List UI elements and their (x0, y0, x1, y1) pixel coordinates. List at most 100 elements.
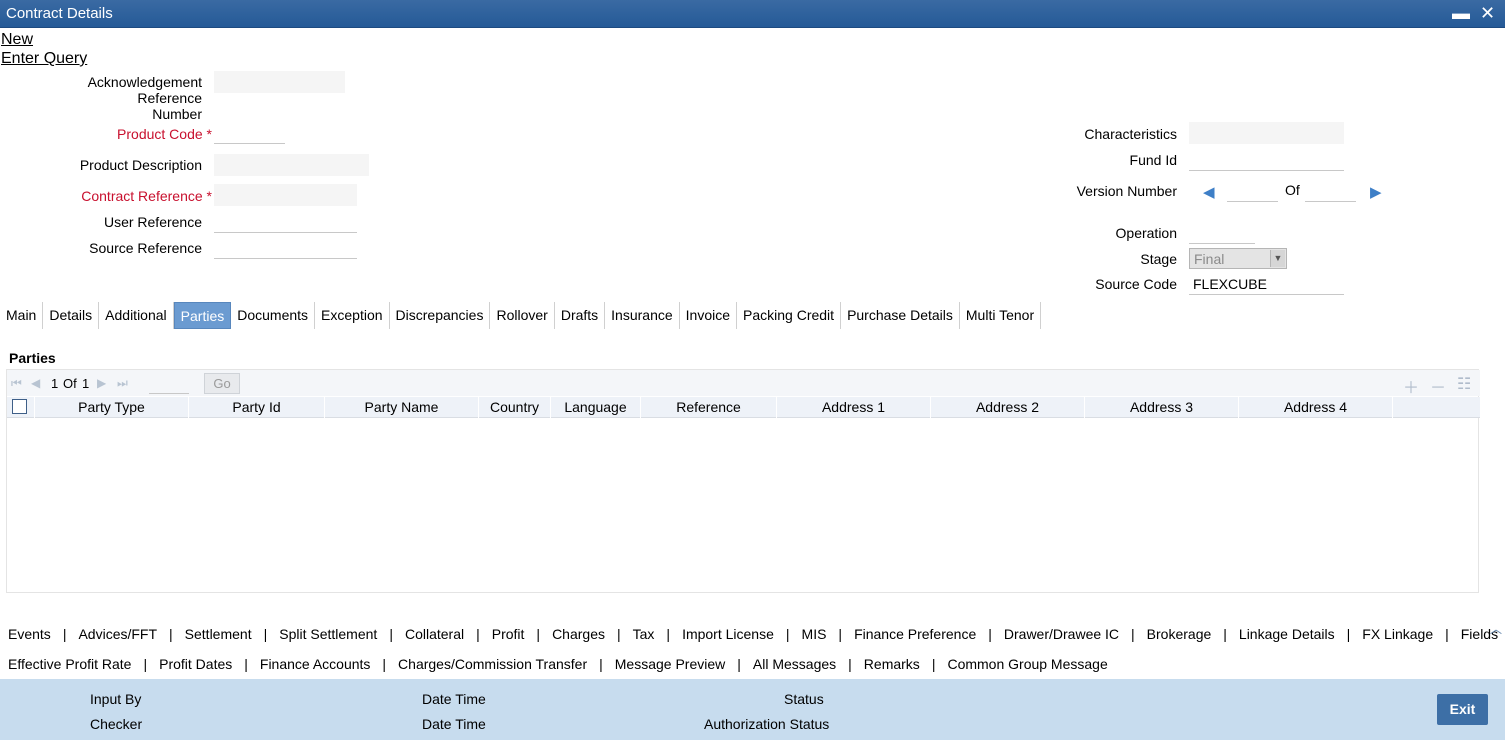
stage-value: Final (1194, 251, 1225, 267)
single-view-icon[interactable]: ☷ (1457, 374, 1471, 394)
col-reference[interactable]: Reference (641, 397, 777, 418)
col-address-3[interactable]: Address 3 (1085, 397, 1239, 418)
fund-id-label: Fund Id (1129, 152, 1177, 168)
user-ref-field[interactable] (214, 211, 357, 233)
grid-toolbar: ⏮ ◀ 1 Of 1 ▶ ⏭ Go ＋ － ☷ (7, 370, 1480, 398)
tab-insurance[interactable]: Insurance (605, 302, 680, 329)
tab-packing-credit[interactable]: Packing Credit (737, 302, 842, 329)
tab-multi-tenor[interactable]: Multi Tenor (960, 302, 1042, 329)
previous-version-icon[interactable]: ◀ (1203, 183, 1215, 201)
tab-discrepancies[interactable]: Discrepancies (390, 302, 491, 329)
previous-page-icon[interactable]: ◀ (31, 376, 40, 390)
link-finance-preference[interactable]: Finance Preference (854, 626, 976, 642)
ack-ref-label: Acknowledgement Reference Number (87, 74, 202, 122)
date-time-label-1: Date Time (422, 691, 486, 707)
tab-main[interactable]: Main (0, 302, 44, 329)
link-profit[interactable]: Profit (492, 626, 525, 642)
link-import-license[interactable]: Import License (682, 626, 774, 642)
scroll-up-icon[interactable]: ︿ (1490, 620, 1502, 637)
new-link[interactable]: New (1, 31, 33, 49)
input-by-label: Input By (90, 691, 142, 707)
go-button[interactable]: Go (204, 373, 240, 394)
product-desc-field[interactable] (214, 154, 369, 176)
next-page-icon[interactable]: ▶ (97, 376, 106, 390)
link-advices-fft[interactable]: Advices/FFT (78, 626, 157, 642)
link-fx-linkage[interactable]: FX Linkage (1362, 626, 1433, 642)
tab-details[interactable]: Details (43, 302, 100, 329)
col-party-name[interactable]: Party Name (325, 397, 479, 418)
version-number-field[interactable] (1227, 180, 1278, 202)
link-drawer-drawee-ic[interactable]: Drawer/Drawee IC (1004, 626, 1119, 642)
checker-label: Checker (90, 716, 143, 732)
col-address-4[interactable]: Address 4 (1239, 397, 1393, 418)
link-settlement[interactable]: Settlement (185, 626, 252, 642)
link-remarks[interactable]: Remarks (864, 656, 920, 672)
exit-button[interactable]: Exit (1437, 694, 1488, 725)
tab-exception[interactable]: Exception (315, 302, 390, 329)
link-all-messages[interactable]: All Messages (753, 656, 836, 672)
ack-ref-field[interactable] (214, 71, 345, 93)
link-tax[interactable]: Tax (633, 626, 655, 642)
link-split-settlement[interactable]: Split Settlement (279, 626, 377, 642)
link-charges-commission-transfer[interactable]: Charges/Commission Transfer (398, 656, 587, 672)
col-country[interactable]: Country (479, 397, 551, 418)
contract-ref-field[interactable] (214, 184, 357, 206)
minimize-icon[interactable]: ▬ (1452, 3, 1470, 23)
operation-field[interactable] (1189, 222, 1255, 244)
tab-additional[interactable]: Additional (99, 302, 174, 329)
link-profit-dates[interactable]: Profit Dates (159, 656, 232, 672)
tab-documents[interactable]: Documents (231, 302, 316, 329)
add-row-icon[interactable]: ＋ (1403, 374, 1419, 398)
source-ref-field[interactable] (214, 237, 357, 259)
stage-select[interactable]: Final ▼ (1189, 248, 1287, 269)
tab-parties[interactable]: Parties (173, 302, 232, 329)
fund-id-field[interactable] (1189, 149, 1344, 171)
link-finance-accounts[interactable]: Finance Accounts (260, 656, 371, 672)
characteristics-field[interactable] (1189, 122, 1344, 144)
tab-bar: Main Details Additional Parties Document… (0, 302, 1042, 329)
product-code-label: Product Code * (117, 126, 212, 142)
authorization-status-label: Authorization Status (704, 716, 830, 732)
link-brokerage[interactable]: Brokerage (1147, 626, 1212, 642)
page-jump-input[interactable] (149, 372, 189, 394)
first-page-icon[interactable]: ⏮ (11, 376, 22, 391)
of-label: Of (1285, 182, 1300, 198)
link-linkage-details[interactable]: Linkage Details (1239, 626, 1335, 642)
tab-purchase-details[interactable]: Purchase Details (841, 302, 960, 329)
tab-rollover[interactable]: Rollover (490, 302, 555, 329)
bottom-links-row-1: Events | Advices/FFT | Settlement | Split S… (8, 626, 1499, 642)
title-bar: Contract Details ▬ ✕ (0, 0, 1505, 28)
link-mis[interactable]: MIS (802, 626, 827, 642)
link-message-preview[interactable]: Message Preview (615, 656, 726, 672)
col-address-1[interactable]: Address 1 (777, 397, 931, 418)
link-collateral[interactable]: Collateral (405, 626, 464, 642)
audit-footer: Input By Checker Date Time Date Time Sta… (0, 679, 1505, 740)
tab-invoice[interactable]: Invoice (680, 302, 738, 329)
status-label: Status (784, 691, 824, 707)
version-number-label: Version Number (1076, 183, 1177, 199)
link-events[interactable]: Events (8, 626, 51, 642)
version-total-field[interactable] (1305, 180, 1356, 202)
select-all-checkbox[interactable] (12, 399, 27, 414)
enter-query-link[interactable]: Enter Query (1, 50, 87, 68)
col-party-type[interactable]: Party Type (35, 397, 189, 418)
link-common-group-message[interactable]: Common Group Message (947, 656, 1107, 672)
operation-label: Operation (1115, 225, 1177, 241)
next-version-icon[interactable]: ▶ (1370, 183, 1382, 201)
page-total: 1 (82, 376, 90, 391)
link-effective-profit-rate[interactable]: Effective Profit Rate (8, 656, 131, 672)
tab-drafts[interactable]: Drafts (555, 302, 606, 329)
chevron-down-icon[interactable]: ▼ (1270, 250, 1285, 267)
last-page-icon[interactable]: ⏭ (117, 376, 128, 391)
source-code-label: Source Code (1095, 276, 1177, 292)
col-language[interactable]: Language (551, 397, 641, 418)
source-ref-label: Source Reference (89, 240, 202, 256)
product-code-field[interactable] (214, 122, 285, 144)
delete-row-icon[interactable]: － (1430, 374, 1446, 398)
close-icon[interactable]: ✕ (1480, 3, 1495, 23)
window-title: Contract Details (6, 5, 113, 22)
source-code-field[interactable] (1189, 273, 1344, 295)
col-party-id[interactable]: Party Id (189, 397, 325, 418)
link-charges[interactable]: Charges (552, 626, 605, 642)
col-address-2[interactable]: Address 2 (931, 397, 1085, 418)
